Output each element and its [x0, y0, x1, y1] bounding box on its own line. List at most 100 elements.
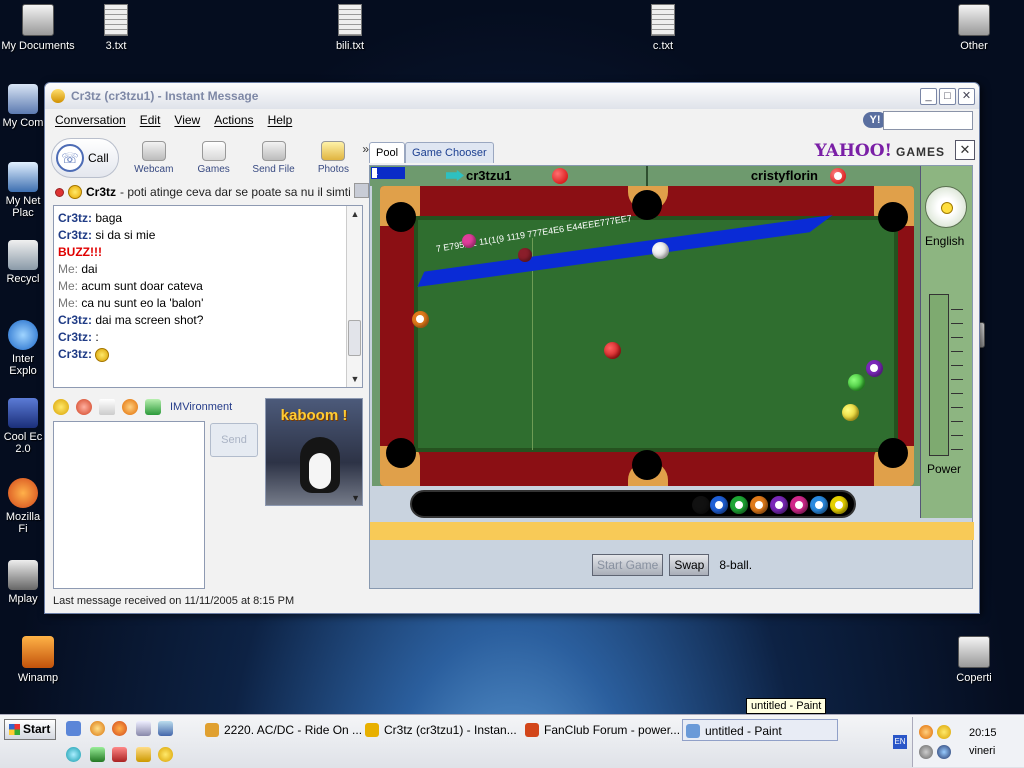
app-quicklaunch-icon[interactable] [90, 747, 105, 762]
ball-green[interactable] [848, 374, 865, 391]
start-button[interactable]: Start [4, 719, 56, 740]
ball-maroon[interactable] [518, 248, 532, 262]
message-sender: Cr3tz: [58, 347, 93, 361]
swap-button[interactable]: Swap [669, 554, 710, 576]
scroll-down-icon[interactable]: ▼ [347, 371, 362, 387]
menu-actions[interactable]: Actions [214, 113, 253, 127]
folder-icon [22, 4, 54, 36]
menu-view[interactable]: View [174, 113, 200, 127]
desktop-icon-c-txt[interactable]: c.txt [623, 4, 703, 52]
imvironment-link[interactable]: IMVironment [170, 401, 232, 413]
game-mode-label: 8-ball. [719, 558, 753, 572]
language-indicator[interactable]: EN [893, 735, 907, 749]
tab-pool[interactable]: Pool [369, 142, 406, 163]
photos-button[interactable]: Photos [308, 141, 358, 175]
clock[interactable]: 20:15 [969, 727, 997, 739]
yahoo-search-input[interactable] [883, 111, 973, 130]
media-quicklaunch-icon[interactable] [112, 747, 127, 762]
show-desktop-icon[interactable] [66, 721, 81, 736]
window-quicklaunch-icon[interactable] [158, 721, 173, 736]
tray-messenger-icon[interactable] [919, 725, 933, 739]
chat-message: BUZZ!!! [58, 244, 342, 261]
firefox-quicklaunch-icon[interactable] [112, 721, 127, 736]
contact-card-icon[interactable] [354, 183, 369, 198]
pool-game-panel: Pool Game Chooser YAHOO! GAMES ✕ 4 cr3tzu… [369, 137, 975, 589]
chat-message: Cr3tz: baga [58, 210, 342, 227]
desktop-icon-winamp[interactable]: Winamp [0, 636, 78, 684]
tab-game-chooser[interactable]: Game Chooser [405, 142, 494, 163]
games-button[interactable]: Games [189, 141, 239, 175]
pool-table[interactable]: 7 E7951 1 11(1(9 1119 777E4E6 E44EEE777E… [372, 186, 922, 486]
tray-network-icon[interactable] [919, 745, 933, 759]
tray-ball-green [730, 496, 748, 514]
desktop-icon-cool-edit[interactable]: Cool Ec 2.0 [0, 398, 46, 455]
desktop-icon-other[interactable]: Other [934, 4, 1014, 52]
message-sender: Me: [58, 279, 79, 293]
send-button[interactable]: Send [210, 423, 258, 457]
history-scrollbar[interactable]: ▲ ▼ [346, 206, 362, 387]
contact-name[interactable]: Cr3tz [86, 185, 116, 199]
message-input[interactable] [53, 421, 205, 589]
ball-orange-stripe[interactable] [412, 311, 429, 328]
tool-quicklaunch-icon[interactable] [136, 747, 151, 762]
task-instant-message[interactable]: Cr3tz (cr3tzu1) - Instan... [362, 719, 518, 741]
display-image[interactable]: kaboom ! ▼ [265, 398, 363, 506]
power-meter[interactable] [929, 294, 949, 456]
close-button[interactable]: ✕ [958, 87, 975, 105]
chevron-down-icon[interactable]: ▼ [351, 493, 360, 503]
chat-message: Cr3tz: : [58, 329, 342, 346]
scroll-up-icon[interactable]: ▲ [347, 206, 362, 222]
notepad-quicklaunch-icon[interactable] [136, 721, 151, 736]
start-game-button[interactable]: Start Game [591, 554, 664, 576]
window-title: Cr3tz (cr3tzu1) - Instant Message [71, 89, 259, 103]
desktop-icon-mozilla-firefox[interactable]: Mozilla Fi [0, 478, 46, 535]
english-spin-control[interactable] [925, 186, 967, 228]
scroll-thumb[interactable] [348, 320, 361, 356]
pocket [632, 190, 662, 220]
message-sender: Me: [58, 296, 79, 310]
buzz-text: BUZZ!!! [58, 245, 102, 259]
task-winamp[interactable]: 2220. AC/DC - Ride On ... [202, 719, 362, 741]
desktop-icon-recycle-bin[interactable]: Recycl [0, 240, 46, 285]
winamp-quicklaunch-icon[interactable] [90, 721, 105, 736]
send-file-button[interactable]: Send File [249, 141, 299, 175]
desktop-icon-internet-explorer[interactable]: Inter Explo [0, 320, 46, 377]
tray-speaker-icon[interactable] [937, 745, 951, 759]
message-text: ca nu sunt eo la 'balon' [81, 296, 204, 310]
ball-red[interactable] [604, 342, 621, 359]
ball-pink[interactable] [462, 234, 476, 248]
task-firefox-forum[interactable]: FanClub Forum - power... [522, 719, 680, 741]
desktop-icon-my-computer[interactable]: My Com [0, 84, 46, 129]
imvironment-icon[interactable] [145, 399, 161, 415]
desktop-icon-coperti[interactable]: Coperti [934, 636, 1014, 684]
call-button[interactable]: ☏ Call [51, 138, 119, 178]
text-format-icon[interactable] [99, 399, 115, 415]
desktop-icon-my-network[interactable]: My Net Plac [0, 162, 46, 219]
close-game-button[interactable]: ✕ [955, 140, 975, 160]
chat-message: Me: acum sunt doar cateva [58, 278, 342, 295]
ball-yellow[interactable] [842, 404, 859, 421]
smiley-quicklaunch-icon[interactable] [158, 747, 173, 762]
buzz-icon[interactable] [122, 399, 138, 415]
cue-ball[interactable] [652, 242, 669, 259]
title-bar[interactable]: Cr3tz (cr3tzu1) - Instant Message _ □ ✕ [45, 83, 979, 109]
menu-conversation[interactable]: Conversation [55, 113, 126, 127]
menu-edit[interactable]: Edit [140, 113, 161, 127]
maximize-button[interactable]: □ [939, 87, 956, 105]
webcam-button[interactable]: Webcam [129, 141, 179, 175]
turn-arrow-icon [446, 170, 464, 181]
desktop-icon-mplayer[interactable]: Mplay [0, 560, 46, 605]
ball-purple[interactable] [866, 360, 883, 377]
desktop-icon-my-documents[interactable]: My Documents [0, 4, 78, 52]
messenger-quicklaunch-icon[interactable] [66, 747, 81, 762]
tray-smiley-icon[interactable] [937, 725, 951, 739]
task-paint[interactable]: untitled - Paint [682, 719, 838, 741]
dice-icon [201, 141, 226, 161]
desktop-icon-bili-txt[interactable]: bili.txt [310, 4, 390, 52]
audibles-icon[interactable] [76, 399, 92, 415]
message-sender: Cr3tz: [58, 228, 93, 242]
minimize-button[interactable]: _ [920, 87, 937, 105]
menu-help[interactable]: Help [268, 113, 293, 127]
emoticons-icon[interactable] [53, 399, 69, 415]
desktop-icon-3-txt[interactable]: 3.txt [76, 4, 156, 52]
